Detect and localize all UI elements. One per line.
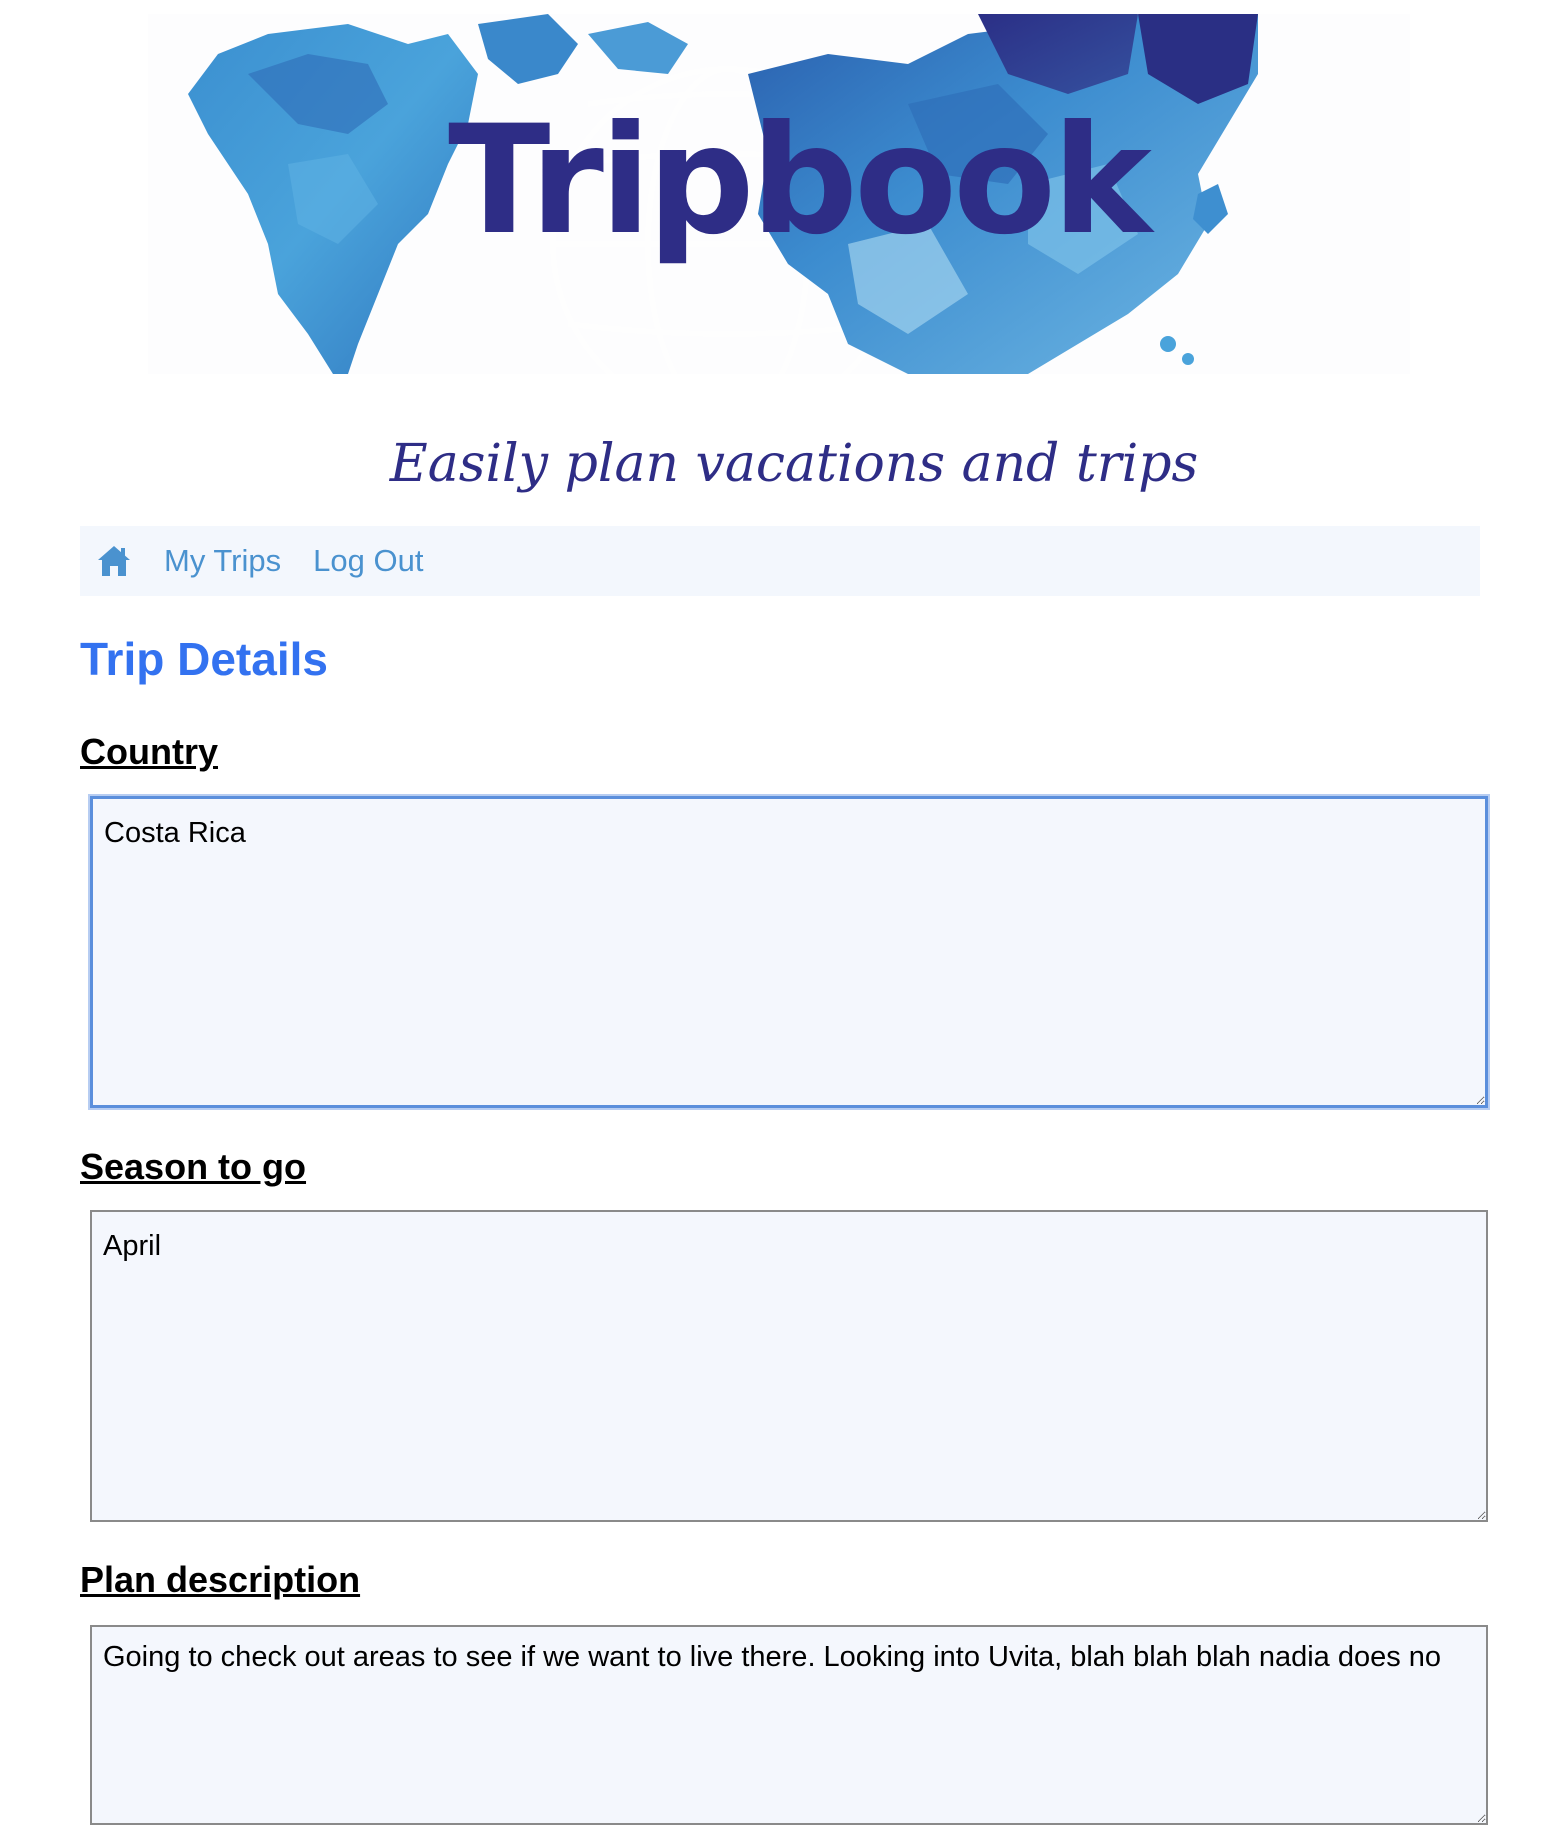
nav-bar: My Trips Log Out: [80, 526, 1480, 596]
plan-description-label: Plan description: [80, 1559, 361, 1600]
tagline: Easily plan vacations and trips: [389, 434, 1199, 494]
page-title: Trip Details: [80, 633, 328, 685]
nav-link-log-out[interactable]: Log Out: [313, 543, 423, 579]
season-label: Season to go: [80, 1146, 307, 1187]
home-icon[interactable]: [96, 544, 132, 578]
nav-link-my-trips[interactable]: My Trips: [164, 543, 281, 579]
season-textarea[interactable]: April: [90, 1210, 1488, 1522]
brand-logo-text: Tripbook: [448, 94, 1152, 268]
country-label: Country: [80, 731, 218, 772]
plan-description-textarea[interactable]: Going to check out areas to see if we wa…: [90, 1625, 1488, 1825]
banner-image: Tripbook: [148, 14, 1410, 374]
country-textarea[interactable]: Costa Rica: [90, 796, 1488, 1108]
